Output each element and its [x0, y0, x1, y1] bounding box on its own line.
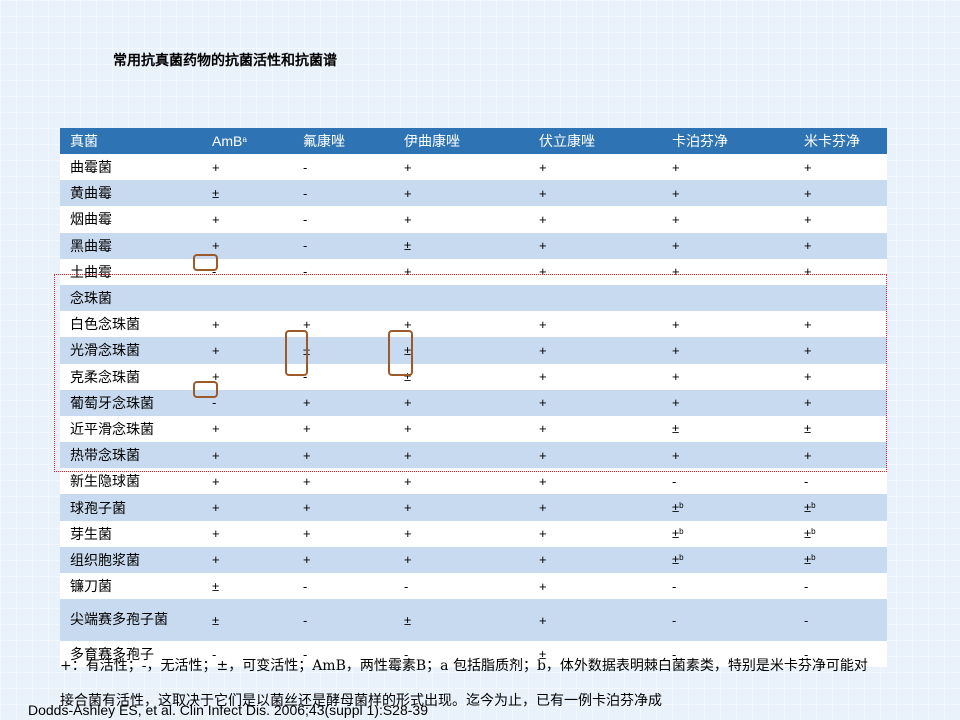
activity-cell: ±b — [672, 526, 684, 542]
header-itraconazole: 伊曲康唑 — [394, 128, 529, 154]
table-row: 烟曲霉 + - + + + + — [60, 206, 887, 233]
highlight-amb-terreus — [193, 254, 218, 271]
activity-cell: - — [303, 238, 308, 254]
citation: Dodds-Ashley ES, et al. Clin Infect Dis.… — [28, 702, 428, 718]
table-row: 球孢子菌 + + + + ±b ±b — [60, 494, 887, 521]
fungus-name: 曲霉菌 — [70, 160, 112, 177]
activity-cell: ±b — [672, 500, 684, 516]
activity-cell: ± — [404, 612, 412, 628]
activity-cell: + — [212, 552, 220, 568]
activity-cell: + — [672, 211, 680, 227]
page-title: 常用抗真菌药物的抗菌活性和抗菌谱 — [113, 53, 337, 69]
activity-cell: + — [212, 211, 220, 227]
activity-cell: + — [672, 159, 680, 175]
highlight-fluconazole-glabrata — [285, 330, 308, 376]
activity-cell: + — [404, 526, 412, 542]
activity-cell: ±b — [804, 552, 816, 568]
activity-cell: + — [539, 185, 547, 201]
activity-cell: + — [303, 500, 311, 516]
activity-cell: + — [539, 552, 547, 568]
header-amb: AmBa — [202, 128, 293, 154]
table-row: 黑曲霉 + - ± + + + — [60, 232, 887, 259]
candida-highlight-box — [54, 274, 887, 472]
activity-cell: + — [404, 473, 412, 489]
table-row: 黄曲霉 ± - + + + + — [60, 180, 887, 207]
activity-cell: - — [804, 473, 809, 489]
activity-cell: ± — [212, 612, 220, 628]
activity-cell: + — [212, 473, 220, 489]
activity-cell: + — [303, 526, 311, 542]
activity-cell: - — [672, 473, 677, 489]
header-fluconazole: 氟康唑 — [293, 128, 394, 154]
activity-cell: ± — [212, 578, 220, 594]
activity-cell: - — [303, 612, 308, 628]
activity-cell: - — [303, 578, 308, 594]
header-caspofungin: 卡泊芬净 — [662, 128, 794, 154]
activity-cell: + — [404, 500, 412, 516]
activity-cell: + — [804, 211, 812, 227]
activity-cell: ±b — [804, 526, 816, 542]
activity-cell: + — [404, 159, 412, 175]
fungus-name: 芽生菌 — [70, 526, 112, 543]
activity-cell: - — [672, 578, 677, 594]
table-row: 组织胞浆菌 + + + + ±b ±b — [60, 546, 887, 573]
activity-cell: - — [303, 211, 308, 227]
activity-cell: ± — [404, 238, 412, 254]
activity-cell: - — [303, 159, 308, 175]
fungus-name: 尖端赛多孢子菌 — [70, 612, 168, 629]
fungus-name: 黑曲霉 — [70, 238, 112, 255]
activity-cell: + — [539, 578, 547, 594]
activity-cell: + — [539, 211, 547, 227]
fungus-name: 组织胞浆菌 — [70, 552, 140, 569]
activity-cell: - — [804, 612, 809, 628]
activity-cell: + — [404, 211, 412, 227]
activity-cell: + — [804, 238, 812, 254]
header-voriconazole: 伏立康唑 — [529, 128, 662, 154]
activity-cell: + — [539, 500, 547, 516]
activity-cell: ± — [212, 185, 220, 201]
activity-cell: - — [404, 578, 409, 594]
activity-cell: + — [212, 526, 220, 542]
activity-cell: + — [539, 159, 547, 175]
table-row: 芽生菌 + + + + ±b ±b — [60, 520, 887, 547]
activity-cell: + — [303, 473, 311, 489]
table-row: 尖端赛多孢子菌 ± - ± + - - — [60, 599, 887, 642]
activity-cell: + — [539, 238, 547, 254]
header-fungus: 真菌 — [60, 128, 202, 154]
activity-cell: + — [212, 500, 220, 516]
activity-cell: - — [672, 612, 677, 628]
activity-cell: - — [804, 578, 809, 594]
fungus-name: 镰刀菌 — [70, 579, 112, 596]
table-row: 曲霉菌 + - + + + + — [60, 154, 887, 181]
fungus-name: 新生隐球菌 — [70, 474, 140, 491]
activity-cell: + — [672, 238, 680, 254]
table-row: 镰刀菌 ± - - + - - — [60, 573, 887, 600]
footnote: +：有活性；-，无活性；±，可变活性；AmB，两性霉素B；a 包括脂质剂；b，体… — [60, 658, 868, 674]
activity-cell: + — [539, 612, 547, 628]
activity-cell: + — [539, 473, 547, 489]
activity-cell: + — [672, 185, 680, 201]
table-header-row: 真菌 AmBa 氟康唑 伊曲康唑 伏立康唑 卡泊芬净 米卡芬净 — [60, 128, 887, 154]
activity-cell: + — [404, 552, 412, 568]
highlight-itraconazole-glabrata — [388, 330, 413, 376]
activity-cell: ±b — [804, 500, 816, 516]
activity-cell: + — [303, 552, 311, 568]
fungus-name: 球孢子菌 — [70, 500, 126, 517]
activity-cell: - — [303, 185, 308, 201]
activity-cell: + — [804, 159, 812, 175]
activity-cell: + — [404, 185, 412, 201]
activity-cell: + — [539, 526, 547, 542]
fungus-name: 黄曲霉 — [70, 186, 112, 203]
table-row: 新生隐球菌 + + + + - - — [60, 468, 887, 495]
activity-cell: + — [212, 159, 220, 175]
fungus-name: 烟曲霉 — [70, 212, 112, 229]
activity-cell: + — [804, 185, 812, 201]
highlight-amb-lusitaniae — [193, 381, 218, 398]
activity-cell: ±b — [672, 552, 684, 568]
header-micafungin: 米卡芬净 — [794, 128, 887, 154]
